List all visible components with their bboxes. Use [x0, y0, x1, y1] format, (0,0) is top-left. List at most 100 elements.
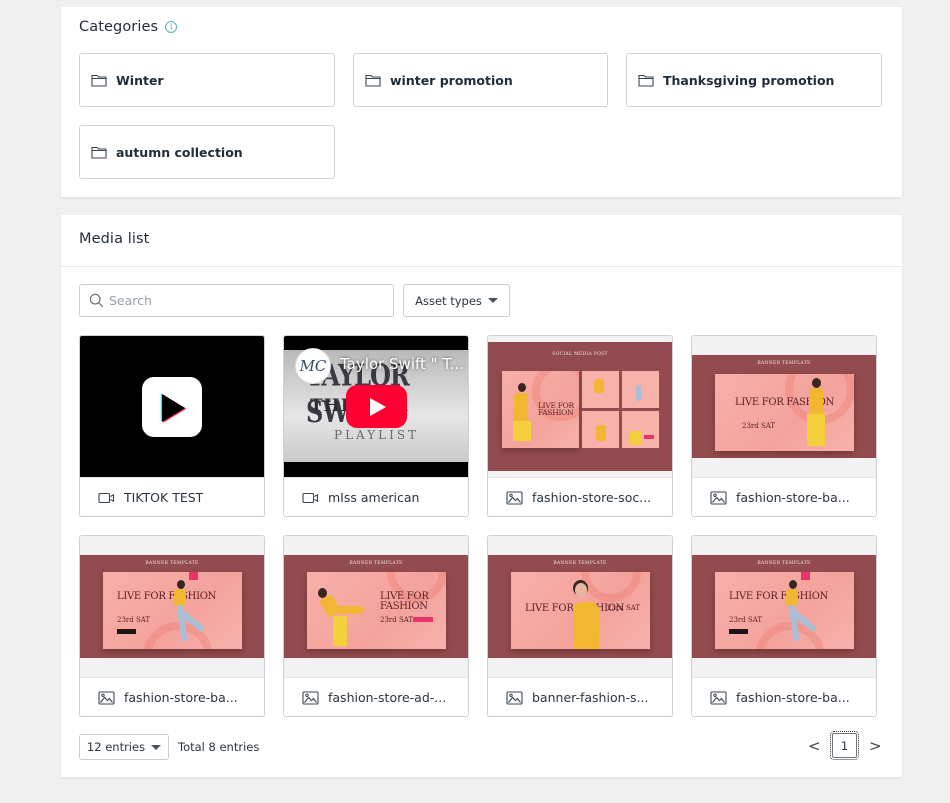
thumb-text: LIVE FOR FASHION: [117, 591, 217, 602]
info-icon[interactable]: i: [165, 21, 178, 33]
folder-icon: [91, 146, 107, 159]
thumb-date: 23rd SAT: [742, 422, 776, 430]
thumb-background: BANNER TEMPLATE LIVE FOR FASHION 23rd SA…: [692, 555, 876, 658]
categories-title: Categories: [79, 19, 159, 35]
thumb-heading: BANNER TEMPLATE: [145, 561, 199, 566]
folder-icon: [91, 74, 107, 87]
media-name: fashion-store-ba...: [124, 690, 238, 705]
thumb-banner: LIVE FOR FASHION 23rd SAT: [511, 572, 650, 649]
category-list: Winter winter promotion Thanksgiving pro…: [79, 53, 882, 179]
media-caption: mIss american: [284, 477, 468, 516]
folder-icon: [365, 74, 381, 87]
media-caption: banner-fashion-s...: [488, 677, 672, 716]
media-thumbnail: BANNER TEMPLATE LIVE FOR FASHION 23rd SA…: [284, 536, 468, 677]
tiktok-play-icon: [142, 377, 202, 437]
thumb-post: LIVE FOR FASHION: [502, 371, 579, 448]
category-thanksgiving-promotion[interactable]: Thanksgiving promotion: [626, 53, 882, 107]
page-1-button[interactable]: 1: [830, 731, 859, 760]
media-list-title: Media list: [79, 231, 150, 247]
pagination: < 1 >: [808, 731, 882, 760]
thumb-background: BANNER TEMPLATE LIVE FOR FASHION 23rd SA…: [284, 555, 468, 658]
search-field[interactable]: [79, 284, 394, 317]
prev-page-button[interactable]: <: [808, 737, 821, 755]
media-caption: fashion-store-ad-...: [284, 677, 468, 716]
thumb-background: SOCIAL MEDIA POST LIVE FOR FASHION: [488, 342, 672, 471]
thumb-banner: LIVE FOR FASHION 23rd SAT: [103, 572, 242, 649]
media-card[interactable]: SOCIAL MEDIA POST LIVE FOR FASHION fashi…: [487, 335, 673, 517]
media-card[interactable]: BANNER TEMPLATE LIVE FOR FASHION 23rd SA…: [283, 535, 469, 717]
thumb-date: 23rd SAT: [117, 616, 151, 624]
media-thumbnail: BANNER TEMPLATE LIVE FOR FASHION 23rd SA…: [488, 536, 672, 677]
thumb-heading: BANNER TEMPLATE: [553, 561, 607, 566]
category-label: Thanksgiving promotion: [663, 72, 835, 88]
image-icon: [506, 690, 523, 705]
thumb-date: 23rd SAT: [729, 616, 763, 624]
media-card[interactable]: BANNER TEMPLATE LIVE FOR FASHION 23rd SA…: [79, 535, 265, 717]
thumb-heading: BANNER TEMPLATE: [757, 361, 811, 366]
media-name: mIss american: [328, 490, 420, 505]
category-winter-promotion[interactable]: winter promotion: [353, 53, 608, 107]
caret-down-icon: [487, 298, 498, 303]
categories-header: Categories i: [79, 19, 178, 35]
media-caption: fashion-store-ba...: [692, 677, 876, 716]
thumb-background: BANNER TEMPLATE LIVE FOR FASHION 23rd SA…: [692, 355, 876, 458]
media-thumbnail: [80, 336, 264, 477]
media-thumbnail: BANNER TEMPLATE LIVE FOR FASHION 23rd SA…: [80, 536, 264, 677]
page-size-dropdown[interactable]: 12 entries: [79, 734, 169, 760]
page-size-label: 12 entries: [86, 740, 146, 754]
image-icon: [302, 690, 319, 705]
divider: [61, 266, 902, 267]
media-list-panel: Media list Asset types TIKTOK TE: [61, 215, 902, 777]
media-name: fashion-store-ad-...: [328, 690, 447, 705]
search-icon: [89, 293, 104, 308]
asset-types-dropdown[interactable]: Asset types: [403, 284, 510, 317]
thumb-date: 23rd SAT: [380, 616, 414, 624]
media-thumbnail: SOCIAL MEDIA POST LIVE FOR FASHION: [488, 336, 672, 477]
thumb-heading: BANNER TEMPLATE: [349, 561, 403, 566]
folder-icon: [638, 74, 654, 87]
thumb-background: BANNER TEMPLATE LIVE FOR FASHION 23rd SA…: [488, 555, 672, 658]
asset-types-label: Asset types: [415, 293, 482, 308]
image-icon: [710, 690, 727, 705]
media-card[interactable]: TIKTOK TEST: [79, 335, 265, 517]
thumb-banner: LIVE FOR FASHION 23rd SAT: [715, 572, 854, 649]
media-thumbnail: BANNER TEMPLATE LIVE FOR FASHION 23rd SA…: [692, 536, 876, 677]
video-title: Taylor Swift " T...: [340, 355, 465, 373]
total-entries: Total 8 entries: [178, 740, 260, 754]
category-autumn-collection[interactable]: autumn collection: [79, 125, 335, 179]
media-card[interactable]: BANNER TEMPLATE LIVE FOR FASHION 23rd SA…: [487, 535, 673, 717]
next-page-button[interactable]: >: [869, 737, 882, 755]
thumb-date: 23rd SAT: [607, 604, 641, 612]
category-winter[interactable]: Winter: [79, 53, 335, 107]
youtube-play-icon[interactable]: [346, 385, 407, 428]
channel-avatar: MC: [295, 348, 331, 384]
thumb-text: LIVE FOR FASHION: [380, 591, 429, 612]
media-thumbnail: BANNER TEMPLATE LIVE FOR FASHION 23rd SA…: [692, 336, 876, 477]
media-name: fashion-store-ba...: [736, 690, 850, 705]
thumb-heading: BANNER TEMPLATE: [757, 561, 811, 566]
media-thumbnail: TAYLOR SWIFT THE OUR PLAYLIST MC Taylor …: [284, 336, 468, 477]
image-icon: [710, 490, 727, 505]
categories-panel: Categories i Winter winter promotion Tha…: [61, 7, 902, 197]
thumb-text: PLAYLIST: [334, 428, 420, 442]
media-name: banner-fashion-s...: [532, 690, 649, 705]
media-name: fashion-store-soc...: [532, 490, 652, 505]
video-icon: [98, 492, 115, 503]
video-icon: [302, 492, 319, 503]
media-card[interactable]: BANNER TEMPLATE LIVE FOR FASHION 23rd SA…: [691, 535, 877, 717]
category-label: Winter: [116, 72, 164, 88]
media-card[interactable]: BANNER TEMPLATE LIVE FOR FASHION 23rd SA…: [691, 335, 877, 517]
image-icon: [98, 690, 115, 705]
thumb-banner: LIVE FOR FASHION 23rd SAT: [307, 572, 446, 649]
media-card[interactable]: TAYLOR SWIFT THE OUR PLAYLIST MC Taylor …: [283, 335, 469, 517]
media-caption: fashion-store-soc...: [488, 477, 672, 516]
media-grid: TIKTOK TEST TAYLOR SWIFT THE OUR PLAYLIS…: [79, 335, 877, 717]
category-label: autumn collection: [116, 144, 243, 160]
media-caption: TIKTOK TEST: [80, 477, 264, 516]
search-input[interactable]: [109, 293, 379, 308]
thumb-banner: LIVE FOR FASHION 23rd SAT: [715, 374, 854, 451]
media-caption: fashion-store-ba...: [692, 477, 876, 516]
media-caption: fashion-store-ba...: [80, 677, 264, 716]
thumb-text: LIVE FOR FASHION: [729, 591, 829, 602]
media-name: fashion-store-ba...: [736, 490, 850, 505]
